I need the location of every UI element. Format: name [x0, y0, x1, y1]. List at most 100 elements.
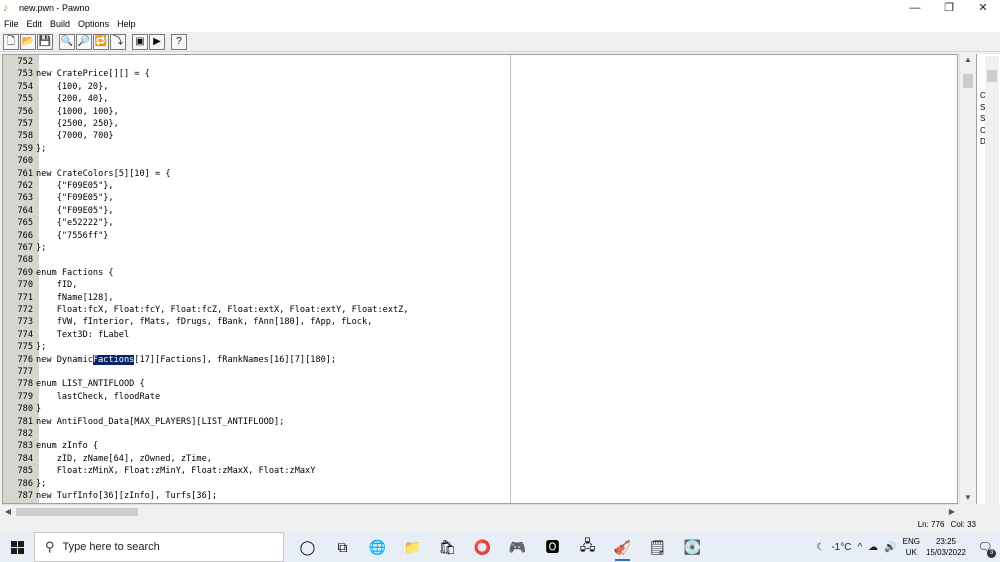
scroll-up-icon[interactable]: ▲	[960, 54, 976, 66]
code-line[interactable]: 761 new CrateColors[5][10] = {	[3, 168, 171, 180]
menu-options[interactable]: Options	[78, 19, 109, 29]
volume-icon[interactable]: 🔊	[884, 542, 896, 553]
vertical-scroll-thumb[interactable]	[963, 74, 973, 88]
code-line[interactable]: 769 enum Factions {	[3, 267, 113, 279]
code-line[interactable]: 753 new CratePrice[][] = {	[3, 68, 149, 80]
tray-overflow-icon[interactable]: ^	[857, 542, 862, 553]
code-line[interactable]: 772 Float:fcX, Float:fcY, Float:fcZ, Flo…	[3, 304, 408, 316]
code-line[interactable]: 763 {"F09E05"},	[3, 192, 113, 204]
code-line[interactable]: 780}	[3, 403, 41, 415]
notepad-icon[interactable]: 🗒	[640, 532, 675, 562]
network-tool-icon[interactable]: 🖧	[570, 532, 605, 562]
line-text: new DynamicFactions[17][Factions], fRank…	[36, 354, 337, 365]
opera-icon[interactable]: 🅾	[535, 532, 570, 562]
code-line[interactable]: 764 {"F09E05"},	[3, 205, 113, 217]
scroll-down-icon[interactable]: ▼	[960, 492, 976, 504]
panel-scrollbar[interactable]	[985, 56, 999, 504]
open-file-icon[interactable]: 📂	[20, 34, 36, 50]
clock-time: 23:25	[935, 537, 956, 546]
store-icon[interactable]: 🛍	[430, 532, 465, 562]
notification-center-icon[interactable]: 🗨 3	[974, 536, 996, 558]
edge-icon[interactable]: 🌐	[360, 532, 395, 562]
code-line[interactable]: 778 enum LIST_ANTIFLOOD {	[3, 378, 145, 390]
line-number: 758	[17, 131, 33, 142]
code-line[interactable]: 756 {1000, 100},	[3, 106, 118, 118]
code-line[interactable]: 754 {100, 20},	[3, 81, 108, 93]
vertical-scrollbar[interactable]: ▲ ▼	[959, 54, 975, 504]
code-line[interactable]: 766 {"7556ff"}	[3, 230, 108, 242]
goto-line-icon[interactable]: ⤵	[110, 34, 126, 50]
code-line[interactable]: 783 enum zInfo {	[3, 440, 98, 452]
code-area[interactable]: 752 753 new CratePrice[][] = {754 {100, 20…	[3, 55, 957, 503]
code-line[interactable]: 771 fName[128],	[3, 292, 113, 304]
new-file-icon[interactable]: 🗋	[3, 34, 19, 50]
code-line[interactable]: 773 fVW, fInterior, fMats, fDrugs, fBank…	[3, 316, 372, 328]
code-line[interactable]: 777	[3, 366, 36, 378]
code-line[interactable]: 765 {"e52222"},	[3, 217, 113, 229]
code-line[interactable]: 755 {200, 40},	[3, 93, 108, 105]
run-icon[interactable]: ▶	[149, 34, 165, 50]
weather-temp[interactable]: -1°C	[831, 542, 851, 553]
line-text: enum LIST_ANTIFLOOD {	[36, 379, 145, 390]
code-line[interactable]: 774 Text3D: fLabel	[3, 329, 129, 341]
code-line[interactable]: 757 {2500, 250},	[3, 118, 118, 130]
code-line[interactable]: 762 {"F09E05"},	[3, 180, 113, 192]
disk-tool-icon[interactable]: 💽	[675, 532, 710, 562]
game-app-icon[interactable]: 🎮	[500, 532, 535, 562]
close-button[interactable]: ✕	[966, 0, 1000, 16]
scroll-right-icon[interactable]: ▶	[946, 506, 958, 518]
line-text: {100, 20},	[36, 81, 109, 92]
code-line[interactable]: 781 new AntiFlood_Data[MAX_PLAYERS][LIST_…	[3, 416, 284, 428]
code-editor[interactable]: 752 753 new CratePrice[][] = {754 {100, 20…	[2, 54, 958, 504]
help-icon[interactable]: ?	[171, 34, 187, 50]
line-number: 759	[17, 143, 33, 154]
file-explorer-icon[interactable]: 📁	[395, 532, 430, 562]
panel-scroll-thumb[interactable]	[987, 70, 997, 82]
code-line[interactable]: 786};	[3, 478, 46, 490]
restore-button[interactable]: ❐	[932, 0, 966, 16]
start-button[interactable]	[0, 532, 34, 562]
code-line[interactable]: 787 new TurfInfo[36][zInfo], Turfs[36];	[3, 490, 217, 502]
line-text: new CrateColors[5][10] = {	[36, 168, 171, 179]
pawno-icon[interactable]: 🎻	[605, 532, 640, 562]
line-number: 774	[17, 329, 33, 340]
compile-icon[interactable]: ▣	[132, 34, 148, 50]
taskbar-search[interactable]: ⚲ Type here to search	[34, 532, 284, 562]
horizontal-scrollbar[interactable]: ◀ ▶	[2, 504, 958, 518]
function-list-panel: CSSCD	[976, 54, 1000, 504]
task-view-icon[interactable]: ⧉	[325, 532, 360, 562]
code-line[interactable]: 770 fID,	[3, 279, 77, 291]
status-col: Col: 33	[950, 520, 976, 529]
scroll-left-icon[interactable]: ◀	[2, 506, 14, 518]
code-line[interactable]: 785 Float:zMinX, Float:zMinY, Float:zMax…	[3, 465, 315, 477]
code-line[interactable]: 775};	[3, 341, 46, 353]
clock[interactable]: 23:25 15/03/2022	[926, 536, 966, 558]
find-icon[interactable]: 🔍	[59, 34, 75, 50]
menu-file[interactable]: File	[4, 19, 19, 29]
line-text: fID,	[36, 280, 78, 291]
cortana-icon[interactable]: ◯	[290, 532, 325, 562]
menu-help[interactable]: Help	[117, 19, 136, 29]
opera-gx-icon[interactable]: ⭕	[465, 532, 500, 562]
network-icon[interactable]: ☁	[868, 542, 878, 553]
find-next-icon[interactable]: 🔎	[76, 34, 92, 50]
horizontal-scroll-thumb[interactable]	[16, 508, 138, 516]
code-line[interactable]: 776 new DynamicFactions[17][Factions], fR…	[3, 354, 336, 366]
language-indicator[interactable]: ENG UK	[903, 536, 920, 558]
code-line[interactable]: 752	[3, 56, 36, 68]
weather-icon[interactable]: ☾	[816, 542, 825, 553]
code-line[interactable]: 779 lastCheck, floodRate	[3, 391, 160, 403]
code-line[interactable]: 784 zID, zName[64], zOwned, zTime,	[3, 453, 211, 465]
minimize-button[interactable]: —	[898, 0, 932, 16]
line-text: new TurfInfo[36][zInfo], Turfs[36];	[36, 491, 218, 501]
code-line[interactable]: 758 {7000, 700}	[3, 130, 113, 142]
code-line[interactable]: 782	[3, 428, 36, 440]
menu-edit[interactable]: Edit	[27, 19, 43, 29]
code-line[interactable]: 767};	[3, 242, 46, 254]
save-file-icon[interactable]: 💾	[37, 34, 53, 50]
menu-build[interactable]: Build	[50, 19, 70, 29]
code-line[interactable]: 760	[3, 155, 36, 167]
code-line[interactable]: 759};	[3, 143, 46, 155]
code-line[interactable]: 768	[3, 254, 36, 266]
replace-icon[interactable]: 🔁	[93, 34, 109, 50]
